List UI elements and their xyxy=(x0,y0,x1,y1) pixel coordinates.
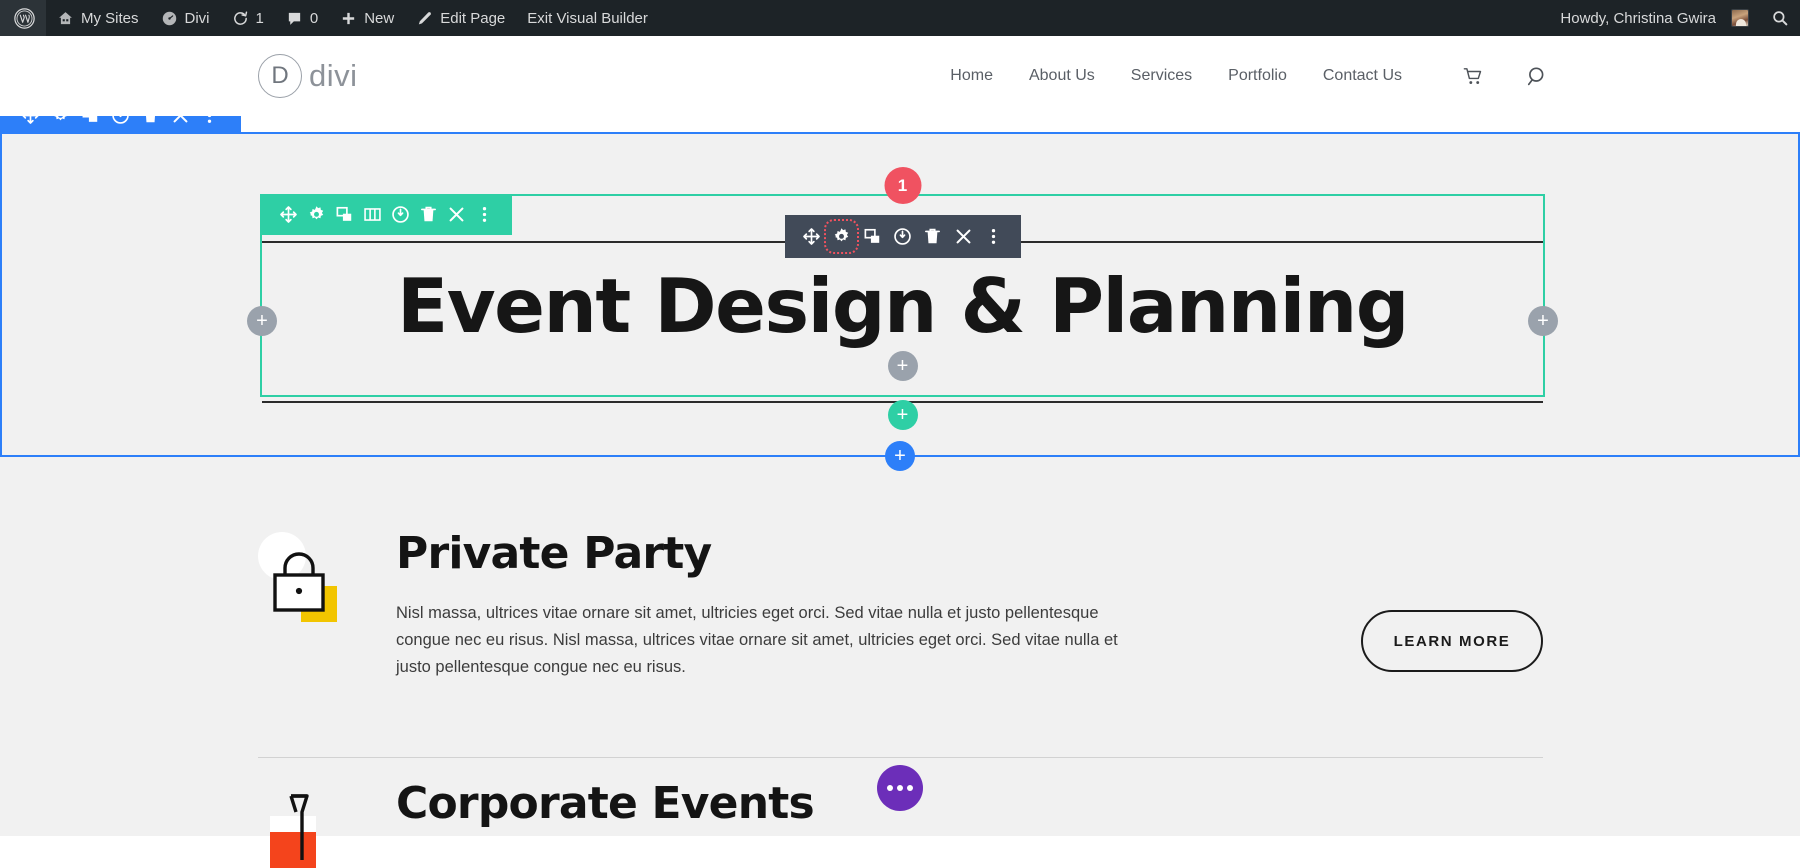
gear-icon[interactable] xyxy=(824,219,860,254)
card-divider xyxy=(258,757,1543,758)
adminbar-item-comments[interactable]: 0 xyxy=(275,0,329,36)
add-row-button[interactable]: + xyxy=(887,400,918,430)
learn-more-button[interactable]: LEARN MORE xyxy=(1361,610,1543,672)
status-badge[interactable]: 1 xyxy=(884,167,921,204)
adminbar-item-divi[interactable]: Divi xyxy=(150,0,221,36)
close-icon[interactable] xyxy=(447,205,466,224)
avatar xyxy=(1731,9,1749,27)
nav-item-services[interactable]: Services xyxy=(1131,67,1192,85)
plus-icon xyxy=(340,10,357,27)
column-structure-icon[interactable] xyxy=(363,205,382,224)
card-icon-wrapper xyxy=(258,782,378,868)
nav-item-about-us[interactable]: About Us xyxy=(1029,67,1095,85)
adminbar-label: Edit Page xyxy=(440,9,506,27)
save-to-library-icon[interactable] xyxy=(893,227,912,246)
adminbar-item-edit-page[interactable]: Edit Page xyxy=(405,0,516,36)
comments-icon xyxy=(286,10,303,27)
add-column-left-button[interactable]: + xyxy=(247,306,277,336)
wordpress-icon xyxy=(14,7,35,29)
trash-icon[interactable] xyxy=(923,227,942,246)
divi-menu-button[interactable] xyxy=(877,765,923,811)
page-title: Event Design & Planning xyxy=(397,262,1409,350)
adminbar-label: New xyxy=(364,9,395,27)
logo-wordmark: divi xyxy=(309,58,358,93)
card-icon-wrapper xyxy=(258,532,378,626)
adminbar-item-exit-visual-builder[interactable]: Exit Visual Builder xyxy=(516,0,659,36)
adminbar-howdy-label: Howdy, Christina Gwira xyxy=(1560,9,1716,27)
builder-row[interactable]: 1 Event Design & Planning + + + + xyxy=(247,167,1558,430)
adminbar-item-updates[interactable]: 1 xyxy=(221,0,275,36)
pencil-icon xyxy=(416,10,433,27)
module-toolbar xyxy=(784,215,1021,258)
builder-section[interactable]: 1 Event Design & Planning + + + + + xyxy=(0,96,1800,471)
nav-item-home[interactable]: Home xyxy=(950,67,993,85)
close-icon[interactable] xyxy=(954,227,973,246)
adminbar-updates-count: 1 xyxy=(255,9,264,27)
primary-nav: Home About Us Services Portfolio Contact… xyxy=(950,64,1550,89)
cocktail-icon xyxy=(258,788,378,868)
card-body: Corporate Events xyxy=(378,782,1543,826)
gear-icon[interactable] xyxy=(307,205,326,224)
adminbar-search-button[interactable] xyxy=(1760,0,1800,36)
add-module-center-button[interactable]: + xyxy=(887,351,918,381)
card-text: Nisl massa, ultrices vitae ornare sit am… xyxy=(396,604,1118,677)
adminbar-label: Divi xyxy=(184,9,210,27)
adminbar-comments-count: 0 xyxy=(309,9,319,27)
move-handle-icon[interactable] xyxy=(279,205,298,224)
more-options-icon[interactable] xyxy=(984,227,1003,246)
adminbar-label: Exit Visual Builder xyxy=(527,9,648,27)
site-header: D divi Home About Us Services Portfolio … xyxy=(0,36,1800,116)
trash-icon[interactable] xyxy=(419,205,438,224)
ellipsis-dot xyxy=(887,785,893,791)
duplicate-icon[interactable] xyxy=(863,227,882,246)
nav-icon-group xyxy=(1462,64,1550,89)
adminbar-account-menu[interactable]: Howdy, Christina Gwira xyxy=(1549,0,1760,36)
adminbar-item-new[interactable]: New xyxy=(329,0,405,36)
updates-icon xyxy=(232,10,249,27)
logo-mark: D xyxy=(258,54,302,98)
save-to-library-icon[interactable] xyxy=(391,205,410,224)
ellipsis-dot xyxy=(907,785,913,791)
wordpress-logo-button[interactable] xyxy=(0,0,46,36)
cart-icon[interactable] xyxy=(1462,65,1485,88)
add-section-button[interactable]: + xyxy=(885,441,915,471)
search-icon xyxy=(1771,9,1789,27)
card-title: Corporate Events xyxy=(396,778,815,829)
wp-admin-bar: My Sites Divi 1 0 New Edit Page Exit Vis… xyxy=(0,0,1800,36)
sites-icon xyxy=(57,10,74,27)
add-column-right-button[interactable]: + xyxy=(1528,306,1558,336)
search-icon[interactable] xyxy=(1525,64,1550,89)
card-title: Private Party xyxy=(396,528,712,579)
nav-item-contact-us[interactable]: Contact Us xyxy=(1323,67,1402,85)
service-card-private-party: Private Party Nisl massa, ultrices vitae… xyxy=(258,532,1543,682)
duplicate-icon[interactable] xyxy=(335,205,354,224)
ellipsis-dot xyxy=(897,785,903,791)
builder-module-heading[interactable]: 1 Event Design & Planning + xyxy=(262,167,1543,403)
more-options-icon[interactable] xyxy=(475,205,494,224)
adminbar-label: My Sites xyxy=(81,9,139,27)
row-toolbar xyxy=(260,194,512,235)
nav-item-portfolio[interactable]: Portfolio xyxy=(1228,67,1287,85)
adminbar-item-my-sites[interactable]: My Sites xyxy=(46,0,150,36)
move-handle-icon[interactable] xyxy=(802,227,821,246)
divi-dashboard-icon xyxy=(161,10,178,27)
lock-icon xyxy=(258,538,378,626)
site-logo[interactable]: D divi xyxy=(258,54,358,98)
